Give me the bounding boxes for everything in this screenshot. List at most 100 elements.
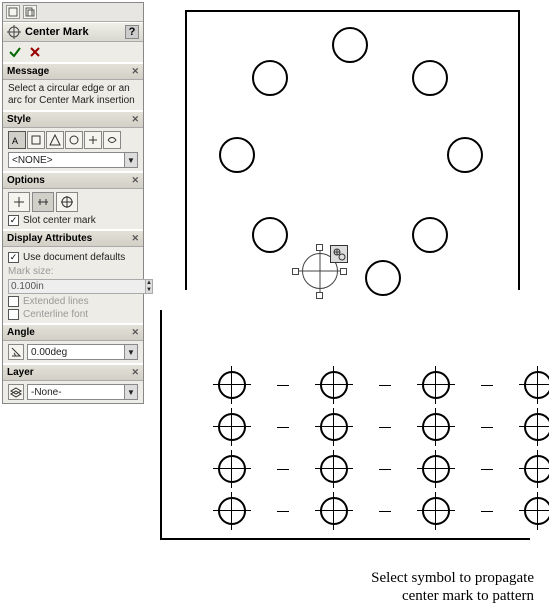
- hole-with-centermark[interactable]: [421, 454, 451, 484]
- layer-icon: [8, 384, 24, 400]
- options-section: Options ✕ Slot center mark: [3, 171, 143, 229]
- hole-circle[interactable]: [332, 27, 368, 63]
- slot-center-mark-row[interactable]: Slot center mark: [8, 215, 138, 226]
- hole-circle[interactable]: [252, 217, 288, 253]
- centermark-linear-button[interactable]: [32, 192, 54, 212]
- hole-with-centermark[interactable]: [217, 412, 247, 442]
- style-opt-2[interactable]: [27, 131, 45, 149]
- svg-text:A: A: [12, 136, 18, 146]
- message-header[interactable]: Message ✕: [3, 63, 143, 80]
- style-section: Style ✕ A <NONE> ▼: [3, 110, 143, 171]
- use-document-defaults-checkbox[interactable]: [8, 252, 19, 263]
- hole-with-centermark[interactable]: [523, 454, 549, 484]
- message-header-label: Message: [7, 66, 49, 77]
- display-attributes-header[interactable]: Display Attributes ✕: [3, 230, 143, 247]
- centermark-circular-button[interactable]: [56, 192, 78, 212]
- collapse-icon: ✕: [131, 367, 139, 378]
- layer-dropdown[interactable]: -None- ▼: [27, 384, 138, 400]
- hole-with-centermark[interactable]: [319, 454, 349, 484]
- hole-with-centermark[interactable]: [523, 496, 549, 526]
- propagate-symbol-button[interactable]: [330, 245, 348, 263]
- extended-lines-label: Extended lines: [23, 296, 89, 307]
- ok-button[interactable]: [7, 44, 23, 60]
- hole-with-centermark[interactable]: [217, 370, 247, 400]
- style-header[interactable]: Style ✕: [3, 111, 143, 128]
- center-mark-property-panel: Center Mark ? Message ✕ Select a circula…: [2, 2, 144, 404]
- selection-handle[interactable]: [340, 268, 347, 275]
- angle-value: 0.00deg: [31, 347, 67, 358]
- hole-with-centermark[interactable]: [523, 370, 549, 400]
- hole-with-centermark[interactable]: [217, 496, 247, 526]
- sheet-tab-icon[interactable]: [23, 5, 37, 19]
- hole-circle[interactable]: [252, 60, 288, 96]
- extended-lines-checkbox: [8, 296, 19, 307]
- angle-icon: [8, 344, 24, 360]
- center-mark-icon: [7, 25, 21, 39]
- style-opt-5[interactable]: [84, 131, 102, 149]
- chevron-down-icon: ▼: [124, 153, 137, 167]
- hole-circle[interactable]: [219, 137, 255, 173]
- mark-size-spinner: ▲▼: [146, 279, 153, 294]
- hole-with-centermark[interactable]: [217, 454, 247, 484]
- mark-size-label: Mark size:: [8, 266, 138, 277]
- hole-circle[interactable]: [447, 137, 483, 173]
- layer-dropdown-value: -None-: [31, 387, 62, 398]
- panel-titlebar: Center Mark ?: [3, 22, 143, 42]
- grid-row: [217, 412, 549, 442]
- centermark-single-button[interactable]: [8, 192, 30, 212]
- style-dropdown[interactable]: <NONE> ▼: [8, 152, 138, 168]
- options-header[interactable]: Options ✕: [3, 172, 143, 189]
- chevron-down-icon: ▼: [124, 385, 137, 399]
- hole-with-centermark[interactable]: [319, 496, 349, 526]
- feature-tab-icon[interactable]: [6, 5, 20, 19]
- angle-header-label: Angle: [7, 327, 35, 338]
- drawing-canvas[interactable]: [160, 10, 544, 559]
- spinner-icon: ▼: [124, 345, 137, 359]
- collapse-icon: ✕: [131, 66, 139, 77]
- message-text: Select a circular edge or an arc for Cen…: [8, 83, 138, 107]
- angle-field[interactable]: 0.00deg ▼: [27, 344, 138, 360]
- help-button[interactable]: ?: [125, 25, 139, 39]
- collapse-icon: ✕: [131, 233, 139, 244]
- hole-with-centermark[interactable]: [421, 412, 451, 442]
- hole-with-centermark[interactable]: [319, 412, 349, 442]
- style-toolbar: A: [8, 131, 138, 149]
- style-header-label: Style: [7, 114, 31, 125]
- style-opt-3[interactable]: [46, 131, 64, 149]
- centerline-font-label: Centerline font: [23, 309, 88, 320]
- panel-tabrow: [3, 3, 143, 22]
- panel-title: Center Mark: [25, 26, 89, 38]
- centerline-font-row: Centerline font: [8, 309, 138, 320]
- hole-circle[interactable]: [412, 60, 448, 96]
- message-section: Message ✕ Select a circular edge or an a…: [3, 62, 143, 110]
- use-document-defaults-label: Use document defaults: [23, 252, 125, 263]
- angle-header[interactable]: Angle ✕: [3, 324, 143, 341]
- collapse-icon: ✕: [131, 327, 139, 338]
- layer-header[interactable]: Layer ✕: [3, 364, 143, 381]
- style-opt-4[interactable]: [65, 131, 83, 149]
- options-header-label: Options: [7, 175, 45, 186]
- hole-circle[interactable]: [365, 260, 401, 296]
- slot-center-mark-checkbox[interactable]: [8, 215, 19, 226]
- selection-handle[interactable]: [316, 244, 323, 251]
- layer-header-label: Layer: [7, 367, 34, 378]
- centerline-font-checkbox: [8, 309, 19, 320]
- hole-with-centermark[interactable]: [421, 496, 451, 526]
- style-opt-1[interactable]: A: [8, 131, 26, 149]
- grid-row: [217, 454, 549, 484]
- selection-handle[interactable]: [316, 292, 323, 299]
- use-document-defaults-row[interactable]: Use document defaults: [8, 252, 138, 263]
- style-dropdown-value: <NONE>: [12, 155, 53, 166]
- hole-circle[interactable]: [412, 217, 448, 253]
- hole-with-centermark[interactable]: [523, 412, 549, 442]
- style-opt-6[interactable]: [103, 131, 121, 149]
- grid-row: [217, 370, 549, 400]
- mark-size-input: [8, 279, 146, 294]
- selection-handle[interactable]: [292, 268, 299, 275]
- hole-grid: [217, 370, 549, 538]
- hole-with-centermark[interactable]: [421, 370, 451, 400]
- display-attributes-header-label: Display Attributes: [7, 233, 92, 244]
- hole-with-centermark[interactable]: [319, 370, 349, 400]
- cancel-button[interactable]: [27, 44, 43, 60]
- drawing-view-radial: [185, 10, 520, 290]
